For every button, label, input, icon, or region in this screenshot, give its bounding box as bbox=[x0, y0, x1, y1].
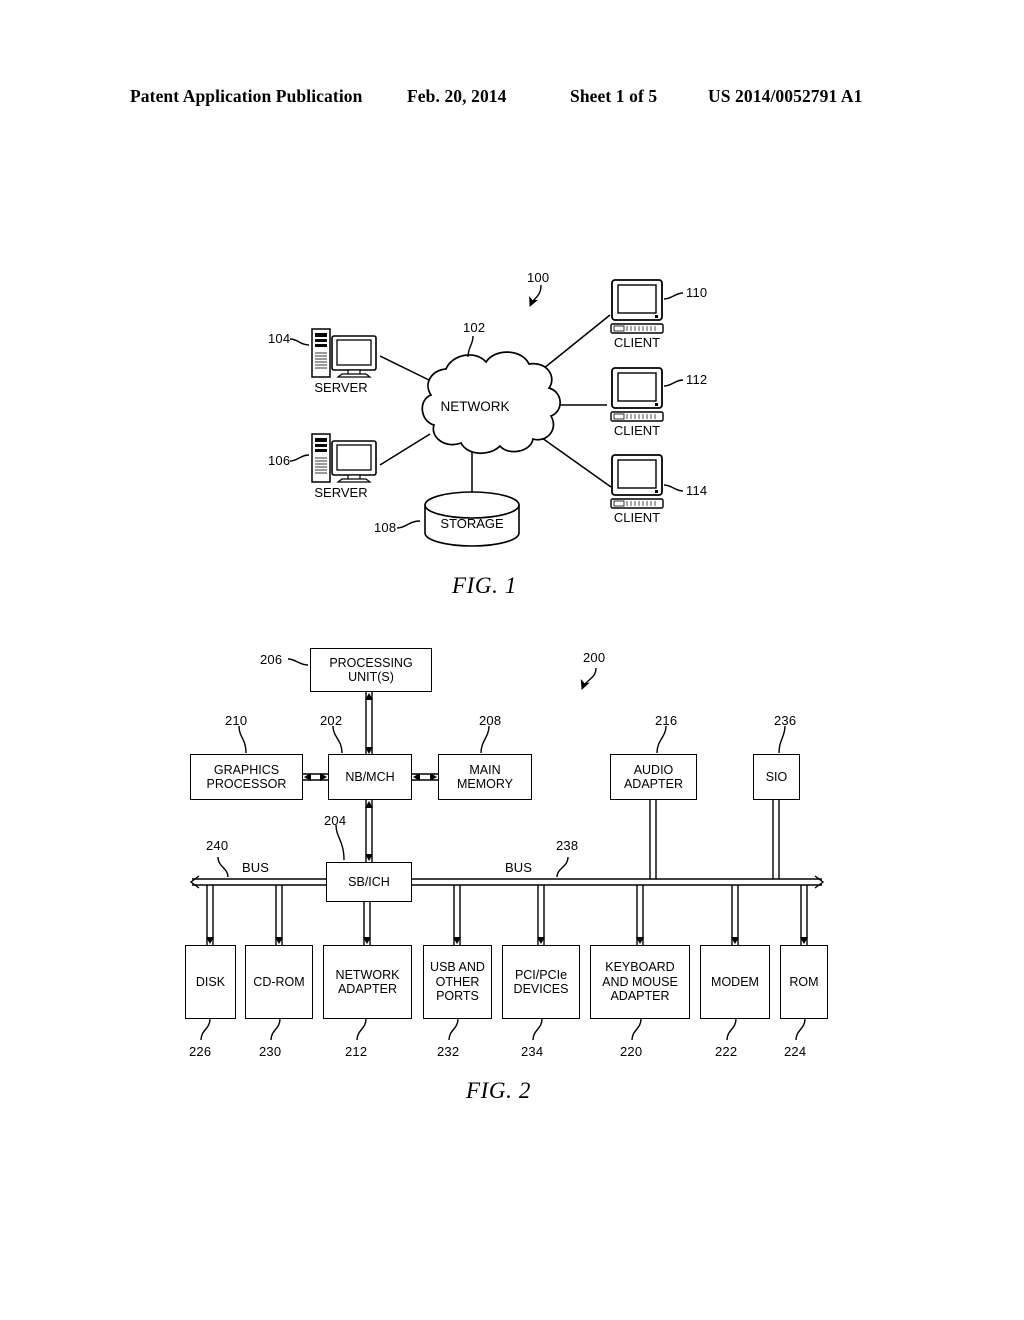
ref-232: 232 bbox=[437, 1044, 460, 1059]
ref-238: 238 bbox=[556, 838, 579, 853]
patent-page: Patent Application Publication Feb. 20, … bbox=[0, 0, 1024, 1320]
graphics-processor-line2: PROCESSOR bbox=[206, 777, 287, 791]
network-adapter-line1: NETWORK bbox=[335, 967, 400, 982]
block-audio-adapter: AUDIO ADAPTER bbox=[610, 754, 697, 800]
ref-212: 212 bbox=[345, 1044, 368, 1059]
main-memory-line2: MEMORY bbox=[456, 777, 514, 791]
ref-202: 202 bbox=[320, 713, 343, 728]
usb-ports-line1: USB AND bbox=[430, 960, 485, 975]
ref-200: 200 bbox=[583, 650, 606, 665]
block-graphics-processor: GRAPHICS PROCESSOR bbox=[190, 754, 303, 800]
block-rom: ROM bbox=[780, 945, 828, 1019]
ref-216: 216 bbox=[655, 713, 678, 728]
bus-label-left: BUS bbox=[242, 860, 270, 875]
figure2-drawing bbox=[189, 658, 825, 1041]
block-nb-mch: NB/MCH bbox=[328, 754, 412, 800]
block-usb-ports: USB AND OTHER PORTS bbox=[423, 945, 492, 1019]
modem-label: MODEM bbox=[711, 974, 759, 989]
block-keyboard-mouse-adapter: KEYBOARD AND MOUSE ADAPTER bbox=[590, 945, 690, 1019]
ref-230: 230 bbox=[259, 1044, 282, 1059]
ref-240: 240 bbox=[206, 838, 229, 853]
keyboard-mouse-line3: ADAPTER bbox=[610, 989, 670, 1004]
figure2-caption: FIG. 2 bbox=[466, 1078, 531, 1103]
ref-220: 220 bbox=[620, 1044, 643, 1059]
figure2-connectors bbox=[189, 692, 825, 945]
cdrom-label: CD-ROM bbox=[253, 974, 305, 989]
main-memory-line1: MAIN bbox=[469, 762, 501, 777]
bus-label-right: BUS bbox=[505, 860, 533, 875]
ref-226: 226 bbox=[189, 1044, 212, 1059]
network-adapter-line2: ADAPTER bbox=[337, 982, 398, 996]
rom-label: ROM bbox=[789, 974, 819, 989]
disk-label: DISK bbox=[195, 974, 226, 989]
block-processing-unit: PROCESSING UNIT(S) bbox=[310, 648, 432, 692]
block-network-adapter: NETWORK ADAPTER bbox=[323, 945, 412, 1019]
block-sio: SIO bbox=[753, 754, 800, 800]
ref-206: 206 bbox=[260, 652, 283, 667]
ref-208: 208 bbox=[479, 713, 502, 728]
pci-devices-line2: DEVICES bbox=[513, 982, 569, 996]
audio-adapter-line2: ADAPTER bbox=[623, 777, 684, 791]
block-disk: DISK bbox=[185, 945, 236, 1019]
ref-234: 234 bbox=[521, 1044, 544, 1059]
block-modem: MODEM bbox=[700, 945, 770, 1019]
keyboard-mouse-line1: KEYBOARD bbox=[605, 960, 675, 975]
ref-204: 204 bbox=[324, 813, 347, 828]
ref-236: 236 bbox=[774, 713, 797, 728]
nb-mch-label: NB/MCH bbox=[345, 769, 395, 784]
processing-unit-line1: PROCESSING bbox=[329, 655, 413, 670]
ref-210: 210 bbox=[225, 713, 248, 728]
pci-devices-line1: PCI/PCIe bbox=[514, 967, 568, 982]
block-sb-ich: SB/ICH bbox=[326, 862, 412, 902]
usb-ports-line2: OTHER bbox=[435, 974, 480, 989]
block-pci-devices: PCI/PCIe DEVICES bbox=[502, 945, 580, 1019]
usb-ports-line3: PORTS bbox=[436, 989, 479, 1004]
block-main-memory: MAIN MEMORY bbox=[438, 754, 532, 800]
processing-unit-line2: UNIT(S) bbox=[348, 670, 394, 684]
sio-label: SIO bbox=[765, 769, 788, 784]
block-cdrom: CD-ROM bbox=[245, 945, 313, 1019]
keyboard-mouse-line2: AND MOUSE bbox=[602, 974, 678, 989]
audio-adapter-line1: AUDIO bbox=[633, 762, 674, 777]
ref-222: 222 bbox=[715, 1044, 738, 1059]
ref-224: 224 bbox=[784, 1044, 807, 1059]
sb-ich-label: SB/ICH bbox=[348, 874, 390, 889]
graphics-processor-line1: GRAPHICS bbox=[213, 762, 280, 777]
